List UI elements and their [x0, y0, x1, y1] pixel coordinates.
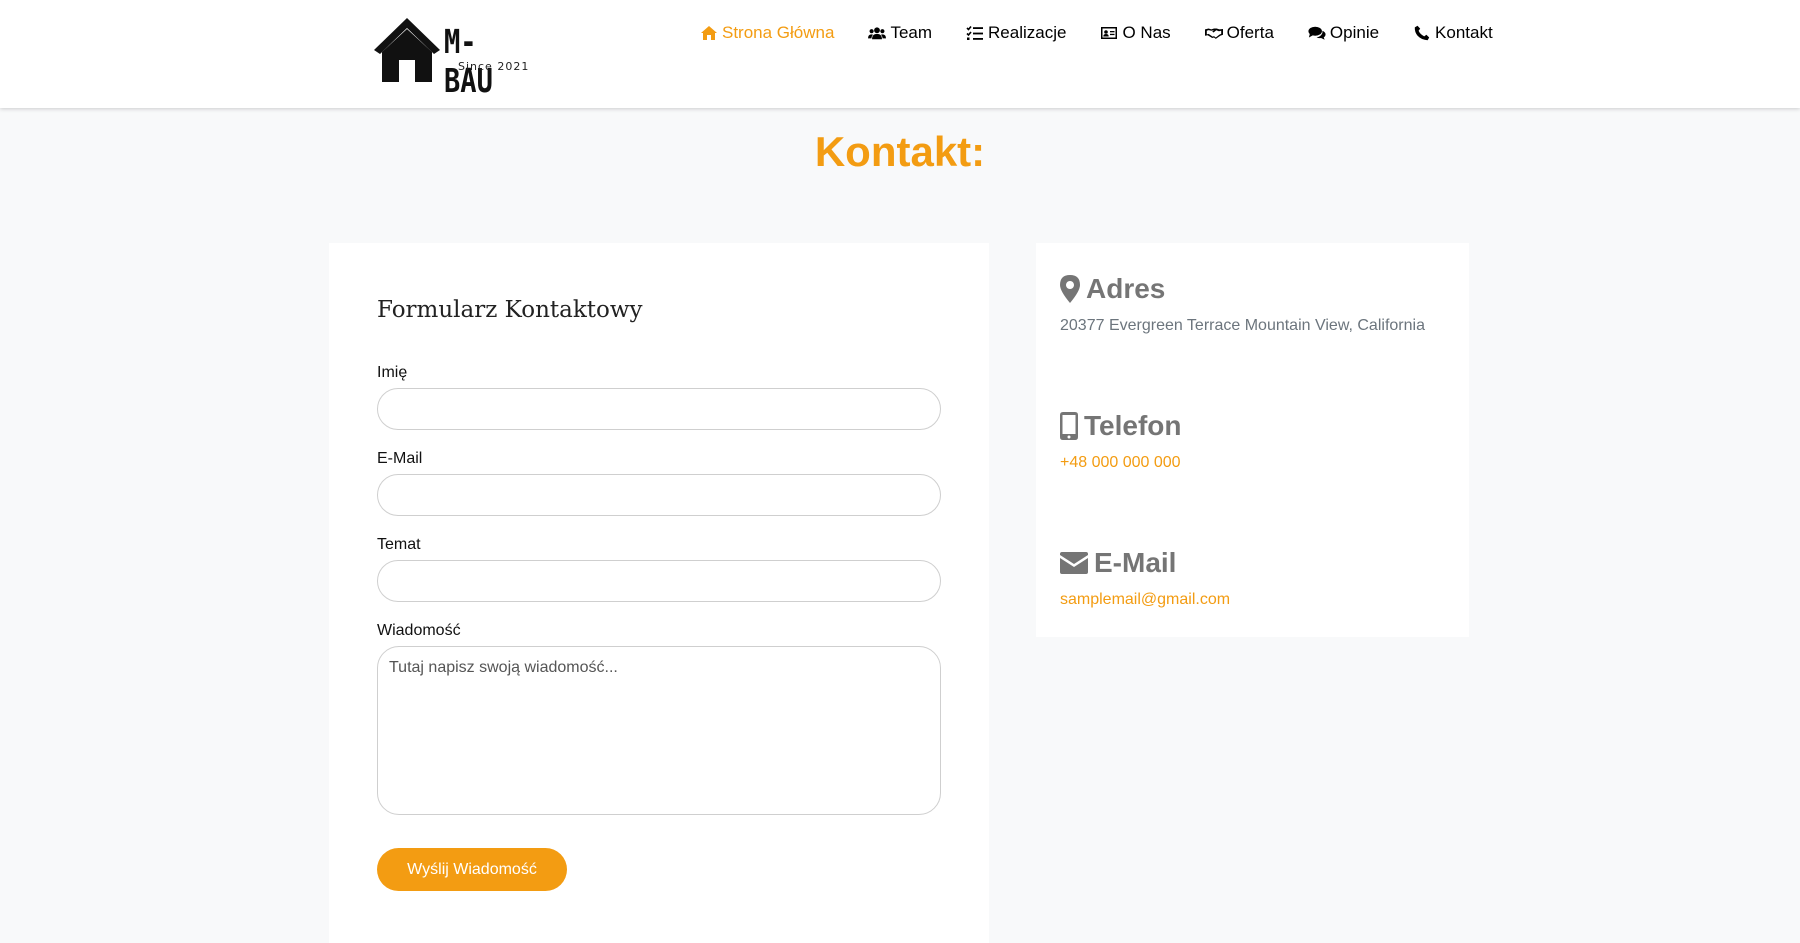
name-input[interactable]	[377, 388, 941, 430]
main-nav: Strona Główna Team Realizacje O Nas Ofer…	[700, 23, 1493, 43]
map-marker-icon	[1060, 275, 1080, 303]
phone-icon	[1414, 25, 1430, 41]
address-block: Adres 20377 Evergreen Terrace Mountain V…	[1060, 273, 1425, 335]
phone-heading-label: Telefon	[1084, 410, 1182, 441]
send-message-button[interactable]: Wyślij Wiadomość	[377, 848, 567, 891]
nav-item-label: Oferta	[1226, 23, 1274, 42]
message-textarea[interactable]	[377, 646, 941, 815]
email-input[interactable]	[377, 474, 941, 516]
tasks-icon	[966, 25, 984, 40]
address-value: 20377 Evergreen Terrace Mountain View, C…	[1060, 317, 1425, 334]
message-label: Wiadomość	[377, 622, 461, 639]
mobile-phone-icon	[1060, 412, 1078, 440]
email-heading-label: E-Mail	[1094, 547, 1177, 578]
nav-item-kontakt[interactable]: Kontakt	[1413, 23, 1493, 43]
users-icon	[868, 27, 887, 40]
comments-icon	[1308, 26, 1326, 40]
envelope-icon	[1060, 552, 1088, 574]
nav-item-label: Kontakt	[1435, 23, 1493, 42]
contact-info-card: Adres 20377 Evergreen Terrace Mountain V…	[1036, 243, 1469, 637]
name-label: Imię	[377, 364, 408, 381]
logo-tagline: Since 2021	[458, 60, 530, 73]
nav-item-label: Realizacje	[988, 23, 1067, 42]
handshake-icon	[1204, 28, 1223, 39]
email-link[interactable]: samplemail@gmail.com	[1060, 591, 1230, 609]
home-icon	[701, 26, 717, 40]
nav-item-label: Opinie	[1329, 23, 1380, 42]
house-logo-icon	[374, 18, 440, 82]
address-heading-label: Adres	[1086, 273, 1166, 304]
nav-item-team[interactable]: Team	[868, 23, 932, 43]
nav-item-oferta[interactable]: Oferta	[1204, 23, 1274, 43]
subject-label: Temat	[377, 536, 421, 553]
nav-item-realizacje[interactable]: Realizacje	[966, 23, 1066, 43]
id-card-icon	[1101, 27, 1118, 39]
nav-item-o-nas[interactable]: O Nas	[1100, 23, 1171, 43]
nav-item-label: O Nas	[1122, 23, 1171, 42]
email-label: E-Mail	[377, 450, 423, 467]
phone-link[interactable]: +48 000 000 000	[1060, 454, 1181, 472]
form-title: Formularz Kontaktowy	[377, 297, 643, 323]
phone-block: Telefon +48 000 000 000	[1060, 410, 1181, 472]
navbar: M-BAU Since 2021 Strona Główna Team Real…	[0, 0, 1800, 108]
page-title: Kontakt:	[814, 128, 986, 175]
site-logo[interactable]: M-BAU Since 2021	[372, 16, 542, 100]
phone-heading: Telefon	[1060, 410, 1181, 442]
subject-input[interactable]	[377, 560, 941, 602]
nav-item-label: Team	[890, 23, 933, 42]
nav-item-home[interactable]: Strona Główna	[700, 23, 834, 43]
email-block: E-Mail samplemail@gmail.com	[1060, 547, 1230, 609]
contact-form-card: Formularz Kontaktowy Imię E-Mail Temat W…	[329, 243, 989, 943]
nav-item-label: Strona Główna	[722, 23, 835, 42]
nav-item-opinie[interactable]: Opinie	[1308, 23, 1379, 43]
address-heading: Adres	[1060, 273, 1425, 305]
email-heading: E-Mail	[1060, 547, 1230, 579]
